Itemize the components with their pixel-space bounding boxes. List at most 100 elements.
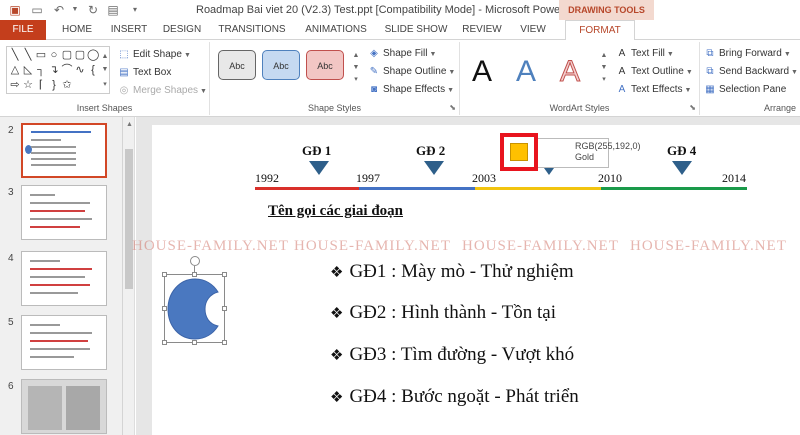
- styles-scroll-up-icon[interactable]: ▲: [350, 50, 362, 62]
- shape-effects-button[interactable]: ◙ Shape Effects ▼: [368, 82, 454, 98]
- shape-style-gray[interactable]: Abc: [218, 50, 256, 80]
- stage-label-1[interactable]: GĐ 1: [302, 143, 331, 159]
- merge-shapes-button[interactable]: ◎ Merge Shapes ▼: [118, 83, 207, 99]
- timeline-segment-red[interactable]: [255, 187, 359, 190]
- slide-heading[interactable]: Tên gọi các giai đoạn: [268, 203, 403, 220]
- resize-handle-l[interactable]: [162, 306, 167, 311]
- slide-thumbnail-2[interactable]: [21, 123, 107, 178]
- shape-style-red[interactable]: Abc: [306, 50, 344, 80]
- tab-insert[interactable]: INSERT: [106, 20, 152, 40]
- right-triangle-shape-icon[interactable]: ◺: [22, 64, 34, 76]
- arrow-shape-icon[interactable]: ⇨: [9, 79, 21, 91]
- dialog-launcher-icon[interactable]: ⬊: [689, 103, 696, 112]
- customize-qat-icon[interactable]: ▾: [128, 3, 142, 17]
- shapes-gallery[interactable]: ╲ ╲ ▭ ○ ▢ ▢ ◯ △ ◺ ┐ ↴ ⌒ ∿ { ⇨ ☆ ⌈ } ✩ ▲: [6, 46, 110, 94]
- resize-handle-b[interactable]: [192, 340, 197, 345]
- rotation-handle[interactable]: [190, 256, 200, 266]
- rectangle-shape-icon-2[interactable]: ▢: [61, 49, 73, 61]
- curve-shape-icon[interactable]: ∿: [74, 64, 86, 76]
- redo-icon[interactable]: ↻: [86, 3, 100, 17]
- tab-format[interactable]: FORMAT: [565, 20, 635, 41]
- slide-2[interactable]: GĐ 1 GĐ 2 GĐ 4 1992 1997 2003 2010 2014 …: [132, 125, 800, 435]
- selected-moon-shape[interactable]: [162, 256, 227, 345]
- rounded-rect-shape-icon[interactable]: ▢: [74, 49, 86, 61]
- selection-pane-button[interactable]: ▦ Selection Pane: [704, 82, 786, 98]
- shape-outline-button[interactable]: ✎ Shape Outline ▼: [368, 64, 456, 80]
- triangle-shape-icon[interactable]: △: [9, 64, 21, 76]
- year-label-1997[interactable]: 1997: [356, 171, 380, 186]
- bullet-item-2[interactable]: ❖ GĐ2 : Hình thành - Tồn tại: [330, 302, 556, 324]
- save-icon[interactable]: ▭: [30, 3, 44, 17]
- edit-shape-button[interactable]: ⬚ Edit Shape ▼: [118, 47, 191, 63]
- timeline-segment-yellow[interactable]: [475, 187, 601, 190]
- bullet-item-3[interactable]: ❖ GĐ3 : Tìm đường - Vượt khó: [330, 344, 574, 366]
- tab-review[interactable]: REVIEW: [458, 20, 506, 40]
- tab-design[interactable]: DESIGN: [158, 20, 206, 40]
- brace-shape-icon[interactable]: {: [87, 64, 99, 76]
- shape-fill-button[interactable]: ◈ Shape Fill ▼: [368, 46, 436, 62]
- line-shape-icon-2[interactable]: ╲: [22, 49, 34, 61]
- thumbnails-scrollbar[interactable]: ▲: [123, 117, 135, 435]
- resize-handle-r[interactable]: [222, 306, 227, 311]
- gallery-scroll-down-icon[interactable]: ▼: [99, 64, 111, 76]
- tab-transitions[interactable]: TRANSITIONS: [213, 20, 291, 40]
- tab-file[interactable]: FILE: [0, 20, 46, 40]
- resize-handle-tr[interactable]: [222, 272, 227, 277]
- undo-icon[interactable]: ↶: [52, 3, 66, 17]
- wordart-style-red-outline[interactable]: A: [559, 54, 580, 90]
- gallery-more-icon[interactable]: ▾: [99, 79, 111, 91]
- resize-handle-br[interactable]: [222, 340, 227, 345]
- year-label-1992[interactable]: 1992: [255, 171, 279, 186]
- thumbnails-scrollbar-thumb[interactable]: [125, 149, 133, 289]
- gold-color-swatch-highlight[interactable]: [500, 133, 538, 171]
- styles-more-icon[interactable]: ▾: [350, 74, 362, 86]
- stage-label-4[interactable]: GĐ 4: [667, 143, 696, 159]
- scroll-up-icon[interactable]: ▲: [126, 121, 133, 128]
- resize-handle-t[interactable]: [192, 272, 197, 277]
- gallery-scroll-up-icon[interactable]: ▲: [99, 51, 111, 63]
- stage-marker-1[interactable]: [309, 161, 329, 175]
- slide-thumbnail-6[interactable]: [21, 379, 107, 434]
- text-fill-button[interactable]: A Text Fill ▼: [616, 46, 674, 62]
- year-label-2003[interactable]: 2003: [472, 171, 496, 186]
- tab-animations[interactable]: ANIMATIONS: [297, 20, 375, 40]
- oval-shape-icon[interactable]: ○: [48, 49, 60, 61]
- tab-slide-show[interactable]: SLIDE SHOW: [382, 20, 450, 40]
- year-label-2014[interactable]: 2014: [722, 171, 746, 186]
- wordart-style-blue[interactable]: A: [516, 54, 536, 90]
- connector-shape-icon[interactable]: ┐: [35, 64, 47, 76]
- slide-thumbnail-3[interactable]: [21, 185, 107, 240]
- timeline-segment-green[interactable]: [601, 187, 747, 190]
- text-outline-button[interactable]: A Text Outline ▼: [616, 64, 693, 80]
- bullet-item-1[interactable]: ❖ GĐ1 : Mày mò - Thử nghiệm: [330, 261, 574, 283]
- wordart-style-black[interactable]: A: [472, 54, 492, 90]
- timeline-segment-blue[interactable]: [359, 187, 475, 190]
- slide-thumbnail-4[interactable]: [21, 251, 107, 306]
- undo-dropdown-icon[interactable]: ▼: [68, 3, 82, 17]
- oval-shape-icon-2[interactable]: ◯: [87, 49, 99, 61]
- bullet-item-4[interactable]: ❖ GĐ4 : Bước ngoặt - Phát triển: [330, 386, 579, 408]
- wordart-more-icon[interactable]: ▾: [598, 74, 610, 86]
- text-box-button[interactable]: ▤ Text Box: [118, 65, 171, 81]
- dialog-launcher-icon[interactable]: ⬊: [449, 103, 456, 112]
- tab-home[interactable]: HOME: [54, 20, 100, 40]
- wordart-scroll-down-icon[interactable]: ▼: [598, 62, 610, 74]
- tab-view[interactable]: VIEW: [514, 20, 552, 40]
- rectangle-shape-icon[interactable]: ▭: [35, 49, 47, 61]
- stage-label-2[interactable]: GĐ 2: [416, 143, 445, 159]
- star-shape-icon[interactable]: ☆: [22, 79, 34, 91]
- resize-handle-tl[interactable]: [162, 272, 167, 277]
- star-shape-icon-2[interactable]: ✩: [61, 79, 73, 91]
- arc-shape-icon[interactable]: ⌒: [61, 64, 73, 76]
- wordart-scroll-up-icon[interactable]: ▲: [598, 50, 610, 62]
- start-slideshow-icon[interactable]: ▤: [106, 3, 120, 17]
- shape-style-blue[interactable]: Abc: [262, 50, 300, 80]
- slide-thumbnail-5[interactable]: [21, 315, 107, 370]
- stage-marker-2[interactable]: [424, 161, 444, 175]
- bracket-shape-icon[interactable]: ⌈: [35, 79, 47, 91]
- year-label-2010[interactable]: 2010: [598, 171, 622, 186]
- brace-shape-icon-2[interactable]: }: [48, 79, 60, 91]
- elbow-shape-icon[interactable]: ↴: [48, 64, 60, 76]
- text-effects-button[interactable]: A Text Effects ▼: [616, 82, 692, 98]
- stage-marker-4[interactable]: [672, 161, 692, 175]
